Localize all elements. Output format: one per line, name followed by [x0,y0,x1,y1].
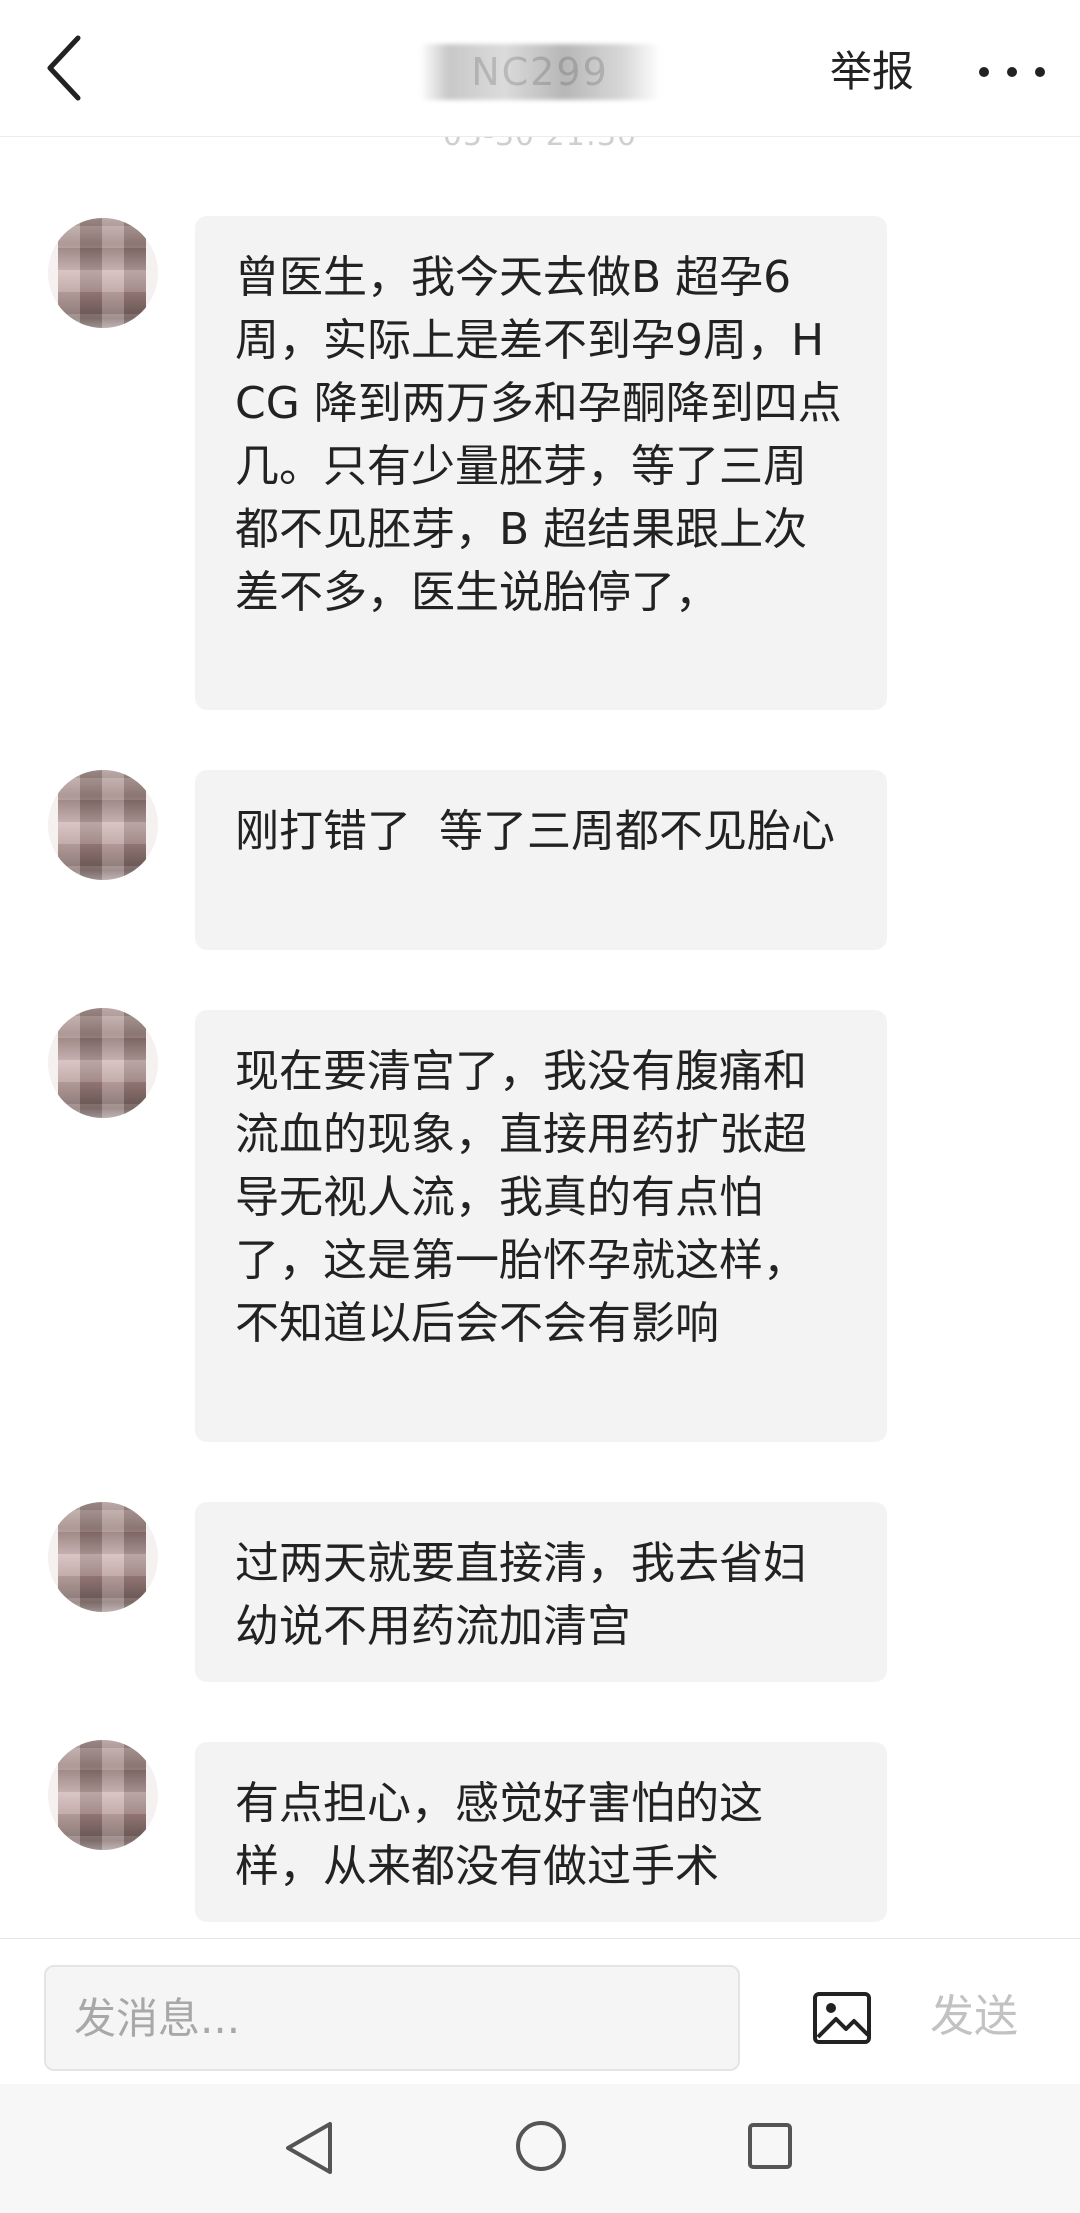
message-list[interactable]: 曾医生，我今天去做B 超孕6周，实际上是差不到孕9周，HCG 降到两万多和孕酮降… [0,0,1080,1938]
avatar[interactable] [48,218,158,328]
more-dots-icon [979,67,1045,77]
message-bubble[interactable]: 刚打错了 等了三周都不见胎心 [195,770,887,950]
back-button[interactable] [36,28,100,108]
message-text: 现在要清宫了，我没有腹痛和流血的现象，直接用药扩张超导无视人流，我真的有点怕了，… [235,1046,807,1349]
message-bubble[interactable]: 曾医生，我今天去做B 超孕6周，实际上是差不到孕9周，HCG 降到两万多和孕酮降… [195,216,887,710]
avatar[interactable] [48,1740,158,1850]
message-input[interactable] [44,1965,740,2071]
system-nav-bar [0,2084,1080,2213]
chat-screen: 曾医生，我今天去做B 超孕6周，实际上是差不到孕9周，HCG 降到两万多和孕酮降… [0,0,1080,2213]
chat-title: NC299 [420,44,660,100]
nav-back-button[interactable] [282,2118,336,2178]
composer-bar: 发送 [0,1938,1080,2085]
more-button[interactable] [970,56,1070,88]
top-bar: NC299 举报 [0,0,1080,137]
message-text: 过两天就要直接清，我去省妇幼说不用药流加清宫 [235,1538,807,1652]
message-bubble[interactable]: 过两天就要直接清，我去省妇幼说不用药流加清宫 [195,1502,887,1682]
nav-home-button[interactable] [513,2118,569,2174]
message-text: 有点担心，感觉好害怕的这样，从来都没有做过手术 [235,1778,763,1892]
message-text: 曾医生，我今天去做B 超孕6周，实际上是差不到孕9周，HCG 降到两万多和孕酮降… [235,252,842,618]
report-button[interactable]: 举报 [830,40,914,104]
message-bubble[interactable]: 现在要清宫了，我没有腹痛和流血的现象，直接用药扩张超导无视人流，我真的有点怕了，… [195,1010,887,1442]
circle-home-icon [516,2121,566,2171]
chat-title-text: NC299 [471,50,609,94]
image-button[interactable] [812,1991,872,2045]
triangle-back-icon [286,2122,332,2174]
square-recents-icon [748,2123,792,2169]
nav-recents-button[interactable] [746,2121,794,2171]
message-text: 刚打错了 等了三周都不见胎心 [235,806,835,857]
image-icon [813,1992,871,2044]
avatar[interactable] [48,1502,158,1612]
chevron-left-icon [47,35,81,101]
message-bubble[interactable]: 有点担心，感觉好害怕的这样，从来都没有做过手术 [195,1742,887,1922]
avatar[interactable] [48,1008,158,1118]
send-button[interactable]: 发送 [930,1987,1018,2047]
avatar[interactable] [48,770,158,880]
